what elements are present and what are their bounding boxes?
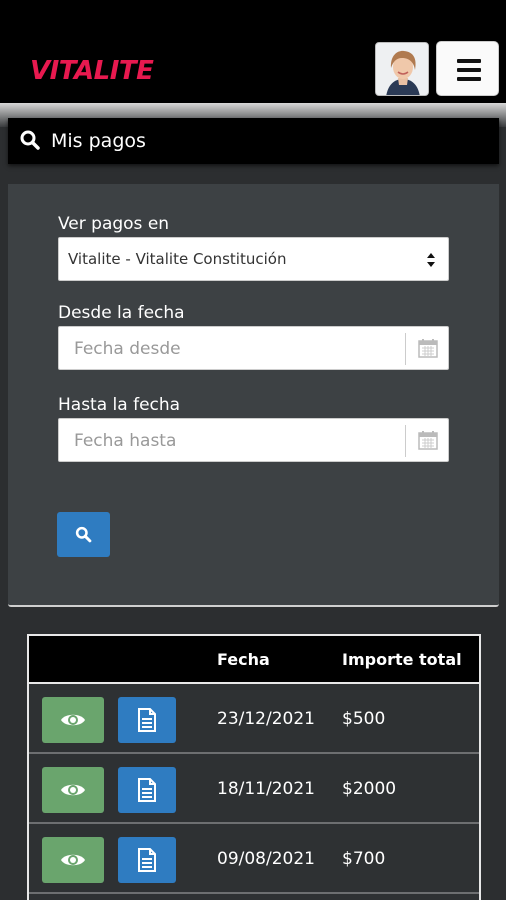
from-date-label: Desde la fecha [58, 303, 185, 323]
table-header: Fecha Importe total [29, 636, 479, 684]
column-header-importe: Importe total [342, 650, 462, 669]
payment-date: 23/12/2021 [217, 709, 315, 729]
club-select-value: Vitalite - Vitalite Constitución [68, 250, 287, 268]
from-date-input[interactable]: Fecha desde [58, 326, 449, 370]
menu-bar-line [457, 68, 481, 72]
eye-icon [61, 784, 85, 796]
receipt-button[interactable] [118, 837, 176, 883]
from-date-placeholder: Fecha desde [74, 339, 181, 359]
club-select-label: Ver pagos en [58, 214, 170, 234]
to-date-placeholder: Fecha hasta [74, 431, 177, 451]
document-icon [138, 778, 156, 802]
club-select[interactable]: Vitalite - Vitalite Constitución [58, 237, 449, 281]
receipt-button[interactable] [118, 767, 176, 813]
document-icon [138, 848, 156, 872]
page-title-bar: Mis pagos [8, 118, 499, 164]
payment-amount: $700 [342, 849, 386, 869]
hamburger-menu-button[interactable] [436, 41, 499, 96]
select-arrows-icon [427, 253, 435, 267]
table-row: 09/08/2021 $700 [29, 826, 479, 894]
to-date-input[interactable]: Fecha hasta [58, 418, 449, 462]
top-bar: VITALITE [0, 0, 506, 103]
search-button[interactable] [57, 512, 110, 557]
receipt-button[interactable] [118, 697, 176, 743]
vitalite-logo[interactable]: VITALITE [30, 56, 154, 86]
search-icon [75, 526, 92, 543]
payment-date: 18/11/2021 [217, 779, 315, 799]
column-header-fecha: Fecha [217, 650, 270, 669]
input-divider [405, 425, 406, 457]
filter-panel: Ver pagos en Vitalite - Vitalite Constit… [8, 184, 499, 607]
calendar-icon[interactable] [418, 338, 438, 358]
view-payment-button[interactable] [42, 837, 104, 883]
to-date-label: Hasta la fecha [58, 395, 181, 415]
menu-bar-line [457, 77, 481, 81]
page-title: Mis pagos [51, 130, 146, 152]
payment-amount: $2000 [342, 779, 397, 799]
payment-amount: $500 [342, 709, 386, 729]
view-payment-button[interactable] [42, 767, 104, 813]
payment-date: 09/08/2021 [217, 849, 315, 869]
input-divider [405, 333, 406, 365]
document-icon [138, 708, 156, 732]
table-row: 23/12/2021 $500 [29, 686, 479, 754]
view-payment-button[interactable] [42, 697, 104, 743]
menu-bar-line [457, 59, 481, 63]
user-avatar[interactable] [375, 42, 429, 96]
search-icon [20, 130, 40, 154]
table-row: 18/11/2021 $2000 [29, 756, 479, 824]
eye-icon [61, 714, 85, 726]
eye-icon [61, 854, 85, 866]
user-photo-icon [376, 43, 428, 95]
calendar-icon[interactable] [418, 430, 438, 450]
payments-table: Fecha Importe total 23/12/2021 $500 18/1… [27, 634, 481, 900]
